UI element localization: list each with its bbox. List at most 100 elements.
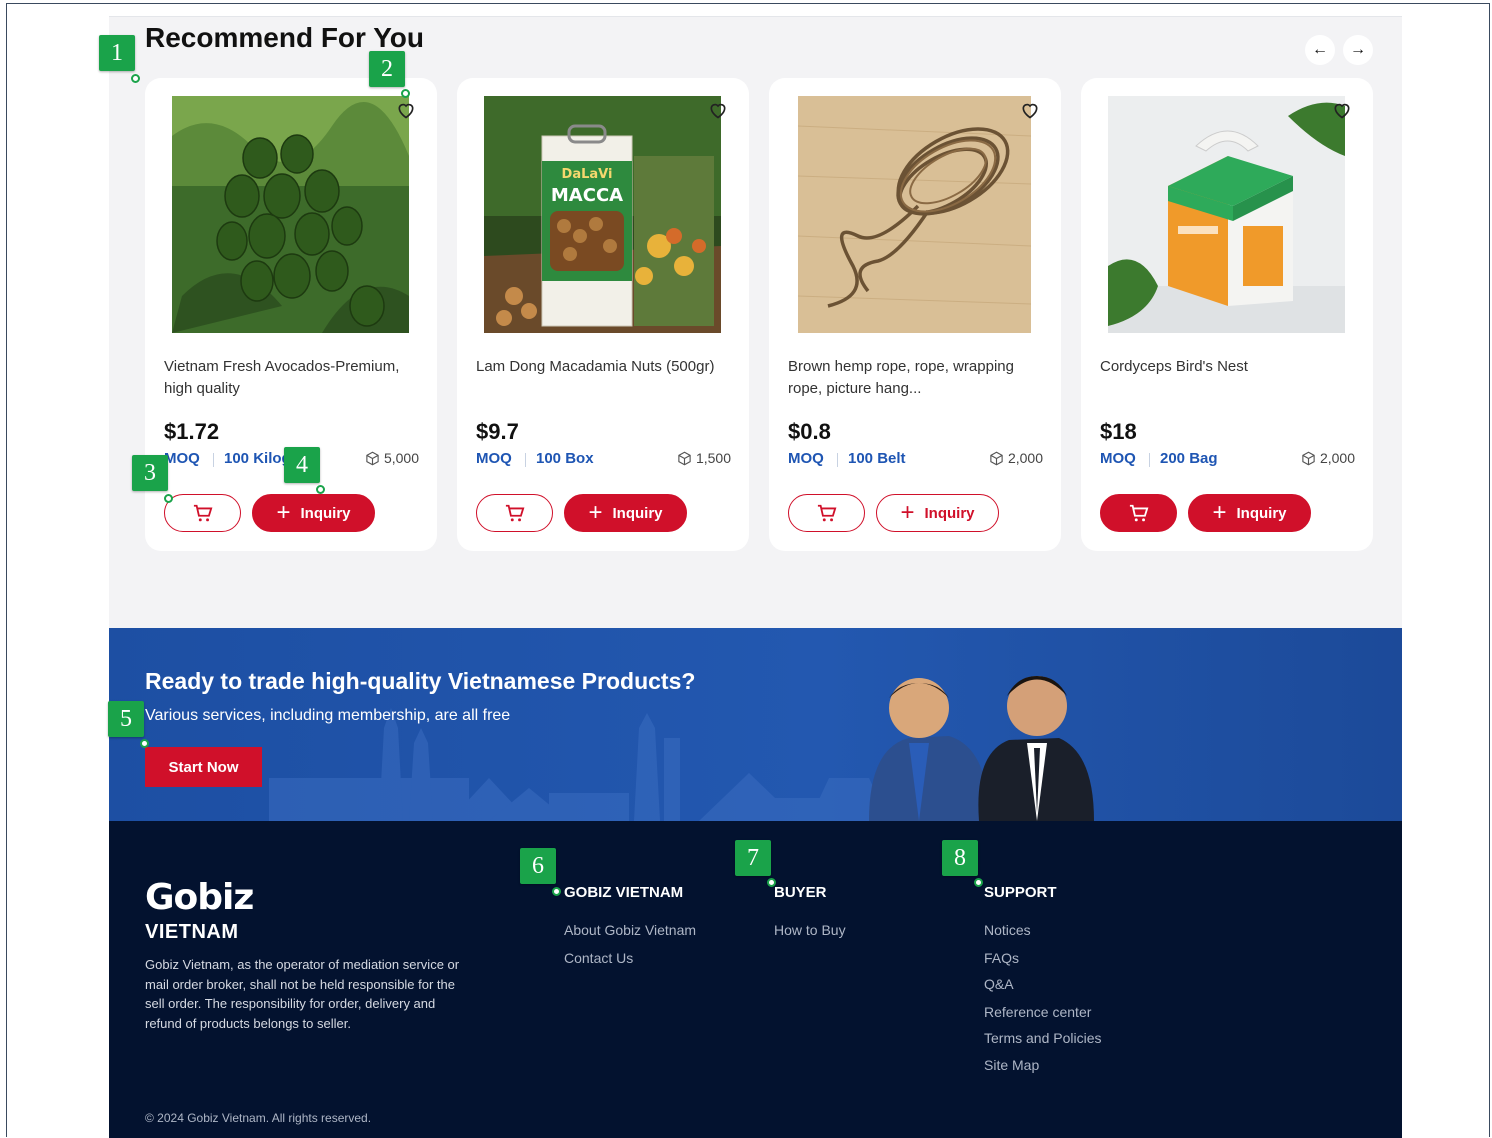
annotation-marker: 2: [369, 51, 405, 87]
image-brand-text: DaLaVi: [562, 167, 613, 182]
annotation-marker: 1: [99, 35, 135, 71]
moq-divider: [525, 453, 526, 467]
annotation-dot: [131, 74, 140, 83]
gobiz-logo[interactable]: Gobiz: [145, 877, 254, 918]
add-to-cart-button[interactable]: [788, 494, 865, 532]
annotation-dot: [552, 887, 561, 896]
copyright: © 2024 Gobiz Vietnam. All rights reserve…: [145, 1111, 372, 1125]
banner-subtitle: Various services, including membership, …: [145, 707, 511, 724]
annotation-dot: [767, 878, 776, 887]
box-icon: [366, 451, 379, 465]
inquiry-button[interactable]: + Inquiry: [252, 494, 375, 532]
footer-link-about[interactable]: About Gobiz Vietnam: [564, 922, 696, 938]
moq-divider: [837, 453, 838, 467]
footer-heading-gobiz-vietnam: GOBIZ VIETNAM: [564, 884, 684, 901]
stock-count: 2,000: [1301, 450, 1355, 466]
moq-label: MOQ: [476, 450, 512, 467]
stock-count: 2,000: [989, 450, 1043, 466]
birds-nest-box-photo[interactable]: [1108, 96, 1345, 333]
inquiry-button[interactable]: + Inquiry: [564, 494, 687, 532]
inquiry-label: Inquiry: [612, 504, 663, 522]
product-name[interactable]: Cordyceps Bird's Nest: [1100, 356, 1362, 378]
arrow-right-icon: →: [1350, 41, 1366, 58]
plus-icon: +: [276, 499, 291, 526]
moq-divider: [213, 453, 214, 467]
heart-icon[interactable]: [1020, 100, 1040, 120]
heart-icon[interactable]: [1332, 100, 1352, 120]
footer-description: Gobiz Vietnam, as the operator of mediat…: [145, 957, 460, 1031]
product-card[interactable]: Brown hemp rope, rope, wrapping rope, pi…: [769, 78, 1061, 551]
product-card[interactable]: Cordyceps Bird's Nest $18 MOQ 200 Bag 2,…: [1081, 78, 1373, 551]
product-price: $0.8: [788, 419, 831, 444]
moq-label: MOQ: [1100, 450, 1136, 467]
product-price: $9.7: [476, 419, 519, 444]
stock-value: 1,500: [695, 450, 731, 466]
inquiry-label: Inquiry: [924, 504, 975, 522]
footer-link-how-to-buy[interactable]: How to Buy: [774, 922, 846, 938]
box-icon: [1302, 451, 1315, 465]
product-price: $18: [1100, 419, 1137, 444]
banner-title: Ready to trade high-quality Vietnamese P…: [145, 668, 696, 694]
stock-count: 1,500: [677, 450, 731, 466]
annotation-dot: [140, 739, 149, 748]
annotation-marker: 8: [942, 840, 978, 876]
avocado-photo[interactable]: [172, 96, 409, 333]
carousel-next-button[interactable]: →: [1343, 35, 1373, 65]
plus-icon: +: [588, 499, 603, 526]
footer-heading-buyer: BUYER: [774, 884, 827, 901]
plus-icon: +: [1212, 499, 1227, 526]
product-name[interactable]: Vietnam Fresh Avocados-Premium, high qua…: [164, 356, 426, 400]
heart-icon[interactable]: [708, 100, 728, 120]
moq-row: MOQ 100 Box 1,500: [476, 450, 731, 470]
add-to-cart-button[interactable]: [1100, 494, 1177, 532]
box-icon: [678, 451, 691, 465]
moq-label: MOQ: [788, 450, 824, 467]
cart-icon: [817, 504, 836, 522]
product-price: $1.72: [164, 419, 220, 444]
inquiry-label: Inquiry: [1236, 504, 1287, 522]
carousel-prev-button[interactable]: ←: [1305, 35, 1335, 65]
moq-label: MOQ: [164, 450, 200, 467]
inquiry-button[interactable]: + Inquiry: [1188, 494, 1311, 532]
plus-icon: +: [900, 499, 915, 526]
footer-link-notices[interactable]: Notices: [984, 922, 1031, 938]
annotation-dot: [316, 485, 325, 494]
add-to-cart-button[interactable]: [476, 494, 553, 532]
annotation-marker: 4: [284, 447, 320, 483]
inquiry-button[interactable]: + Inquiry: [876, 494, 999, 532]
recommend-title: Recommend For You: [145, 22, 425, 53]
heart-icon[interactable]: [396, 100, 416, 120]
footer-link-site-map[interactable]: Site Map: [984, 1057, 1039, 1073]
start-now-button[interactable]: Start Now: [145, 747, 262, 787]
footer-link-faqs[interactable]: FAQs: [984, 950, 1019, 966]
image-product-text: MACCA: [551, 185, 623, 206]
annotation-dot: [974, 878, 983, 887]
footer-link-reference-center[interactable]: Reference center: [984, 1004, 1091, 1020]
moq-row: MOQ 100 Belt 2,000: [788, 450, 1043, 470]
inquiry-label: Inquiry: [300, 504, 351, 522]
footer-link-qa[interactable]: Q&A: [984, 976, 1014, 992]
add-to-cart-button[interactable]: [164, 494, 241, 532]
product-card[interactable]: DaLaVi MACCA Lam Dong Macadamia Nuts (50…: [457, 78, 749, 551]
box-icon: [990, 451, 1003, 465]
footer-link-terms[interactable]: Terms and Policies: [984, 1030, 1102, 1046]
annotation-marker: 6: [520, 848, 556, 884]
gobiz-logo-subtitle: VIETNAM: [145, 921, 239, 943]
annotation-marker: 3: [132, 455, 168, 491]
moq-divider: [1149, 453, 1150, 467]
stock-value: 2,000: [1007, 450, 1043, 466]
cart-icon: [1129, 504, 1148, 522]
product-name[interactable]: Brown hemp rope, rope, wrapping rope, pi…: [788, 356, 1050, 400]
macadamia-photo[interactable]: DaLaVi MACCA: [484, 96, 721, 333]
stock-count: 5,000: [365, 450, 419, 466]
cart-icon: [505, 504, 524, 522]
footer-heading-support: SUPPORT: [984, 884, 1057, 901]
annotation-dot: [164, 494, 173, 503]
moq-value: 100 Belt: [848, 450, 906, 467]
stock-value: 2,000: [1319, 450, 1355, 466]
hemp-rope-photo[interactable]: [798, 96, 1031, 333]
annotation-marker: 5: [108, 701, 144, 737]
cart-icon: [193, 504, 212, 522]
product-name[interactable]: Lam Dong Macadamia Nuts (500gr): [476, 356, 738, 378]
footer-link-contact[interactable]: Contact Us: [564, 950, 633, 966]
